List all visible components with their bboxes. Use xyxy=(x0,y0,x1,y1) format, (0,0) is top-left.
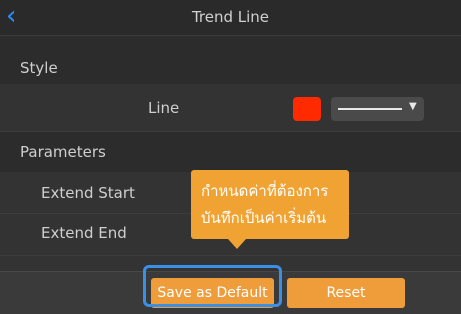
line-stroke-preview xyxy=(338,108,402,110)
page-title: Trend Line xyxy=(191,8,270,26)
section-header-parameters: Parameters xyxy=(0,132,461,172)
extend-start-label: Extend Start xyxy=(41,184,135,202)
dropdown-caret-icon: ▼ xyxy=(409,101,417,112)
save-button-highlight xyxy=(143,265,282,307)
tooltip-line-2: บันทึกเป็นค่าเริ่มต้น xyxy=(201,209,327,227)
tooltip-pointer xyxy=(228,239,246,249)
extend-end-label: Extend End xyxy=(41,224,127,242)
line-color-swatch[interactable] xyxy=(293,97,321,121)
line-label: Line xyxy=(148,99,180,117)
reset-button[interactable]: Reset xyxy=(287,278,405,308)
tooltip-line-1: กำหนดค่าที่ต้องการ xyxy=(201,182,329,200)
section-header-style: Style xyxy=(0,36,461,84)
section-label-style: Style xyxy=(20,59,58,77)
section-label-parameters: Parameters xyxy=(20,143,106,161)
line-style-dropdown[interactable]: ▼ xyxy=(331,97,424,121)
navigation-header: ‹ Trend Line xyxy=(0,0,461,36)
hint-tooltip: กำหนดค่าที่ต้องการ บันทึกเป็นค่าเริ่มต้น xyxy=(191,170,349,239)
